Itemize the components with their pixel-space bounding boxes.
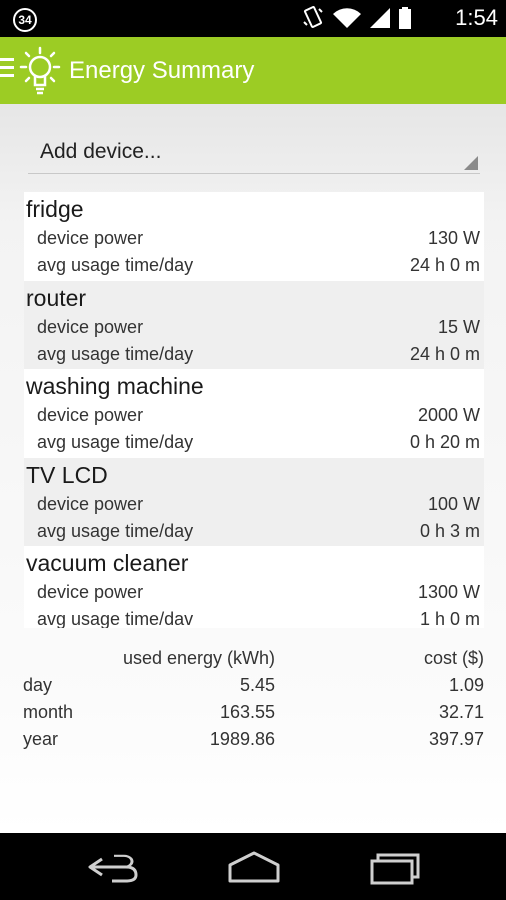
usage-value: 0 h 3 m — [419, 520, 480, 541]
summary-cost: 1.09 — [448, 675, 484, 695]
phone-vibrate-icon — [303, 6, 323, 28]
summary-label: year — [23, 729, 59, 749]
wifi-icon — [333, 8, 361, 28]
power-value: 2000 W — [417, 405, 480, 425]
header-used-energy: used energy (kWh) — [122, 648, 275, 668]
notification-badge: 34 — [13, 8, 37, 32]
status-icons — [302, 6, 412, 30]
summary-header-row: used energy (kWh) cost ($) — [0, 648, 506, 672]
summary-row-month: month 163.55 32.71 — [0, 702, 506, 726]
device-name: router — [26, 284, 87, 311]
summary-row-year: year 1989.86 397.97 — [0, 729, 506, 753]
device-name: fridge — [26, 196, 84, 222]
device-item[interactable]: vacuum cleaner device power 1300 W avg u… — [24, 546, 484, 628]
device-power-row: device power 2000 W — [37, 405, 480, 429]
summary-cost: 397.97 — [428, 729, 484, 749]
power-value: 130 W — [427, 228, 480, 248]
app-title: Energy Summary — [69, 57, 255, 84]
cell-signal-icon — [370, 8, 390, 28]
action-bar: Energy Summary — [0, 37, 506, 104]
device-name: TV LCD — [26, 461, 108, 488]
lightbulb-icon[interactable] — [18, 45, 62, 97]
device-power-row: device power 1300 W — [37, 582, 480, 606]
power-label: device power — [37, 493, 144, 514]
device-item[interactable]: router device power 15 W avg usage time/… — [24, 280, 484, 369]
energy-summary-table: used energy (kWh) cost ($) day 5.45 1.09… — [0, 644, 506, 754]
device-power-row: device power 100 W — [37, 494, 480, 518]
back-icon[interactable] — [84, 847, 144, 887]
usage-label: avg usage time/day — [37, 343, 194, 364]
dropdown-arrow-icon — [464, 156, 478, 170]
recent-apps-icon[interactable] — [366, 847, 426, 887]
summary-cost: 32.71 — [438, 702, 484, 722]
usage-label: avg usage time/dav — [37, 609, 194, 628]
menu-icon[interactable] — [0, 58, 14, 80]
summary-energy: 1989.86 — [209, 729, 275, 749]
power-label: device power — [37, 582, 144, 602]
power-label: device power — [37, 228, 144, 248]
summary-label: day — [23, 675, 53, 695]
spinner-selected: Add device... — [40, 140, 162, 163]
power-value: 15 W — [437, 316, 480, 337]
usage-time-row: avg usage time/day 24 h 0 m — [37, 344, 480, 368]
device-item[interactable]: fridge device power 130 W avg usage time… — [24, 192, 484, 281]
summary-label: month — [23, 702, 74, 722]
device-power-row: device power 130 W — [37, 228, 480, 252]
header-cost: cost ($) — [423, 648, 484, 668]
usage-value: 1 h 0 m — [419, 609, 480, 628]
usage-time-row: avg usage time/day 0 h 20 m — [37, 432, 480, 456]
usage-value: 24 h 0 m — [409, 343, 480, 364]
add-device-spinner[interactable]: Add device... — [28, 130, 480, 174]
device-power-row: device power 15 W — [37, 317, 480, 341]
device-list: fridge device power 130 W avg usage time… — [24, 192, 484, 628]
usage-value: 0 h 20 m — [409, 432, 480, 452]
navigation-bar — [0, 833, 506, 900]
content-area: Add device... fridge device power 130 W … — [0, 104, 506, 833]
usage-time-row: avg usage time/day 0 h 3 m — [37, 521, 480, 545]
power-value: 100 W — [427, 493, 480, 514]
summary-energy: 163.55 — [219, 702, 275, 722]
usage-label: avg usage time/day — [37, 432, 194, 452]
summary-energy: 5.45 — [239, 675, 275, 695]
battery-icon — [399, 7, 411, 29]
home-icon[interactable] — [224, 847, 284, 887]
device-item[interactable]: washing machine device power 2000 W avg … — [24, 369, 484, 458]
device-name: vacuum cleaner — [26, 550, 189, 576]
device-item[interactable]: TV LCD device power 100 W avg usage time… — [24, 457, 484, 546]
device-name: washing machine — [26, 373, 204, 399]
usage-value: 24 h 0 m — [409, 255, 480, 275]
power-value: 1300 W — [417, 582, 480, 602]
power-label: device power — [37, 316, 144, 337]
usage-time-row: avg usage time/day 24 h 0 m — [37, 255, 480, 279]
usage-time-row: avg usage time/dav 1 h 0 m — [37, 609, 480, 628]
summary-row-day: day 5.45 1.09 — [0, 675, 506, 699]
usage-label: avg usage time/day — [37, 255, 194, 275]
usage-label: avg usage time/day — [37, 520, 194, 541]
status-time: 1:54 — [455, 5, 498, 30]
power-label: device power — [37, 405, 144, 425]
status-bar: 34 1:54 — [0, 0, 506, 37]
